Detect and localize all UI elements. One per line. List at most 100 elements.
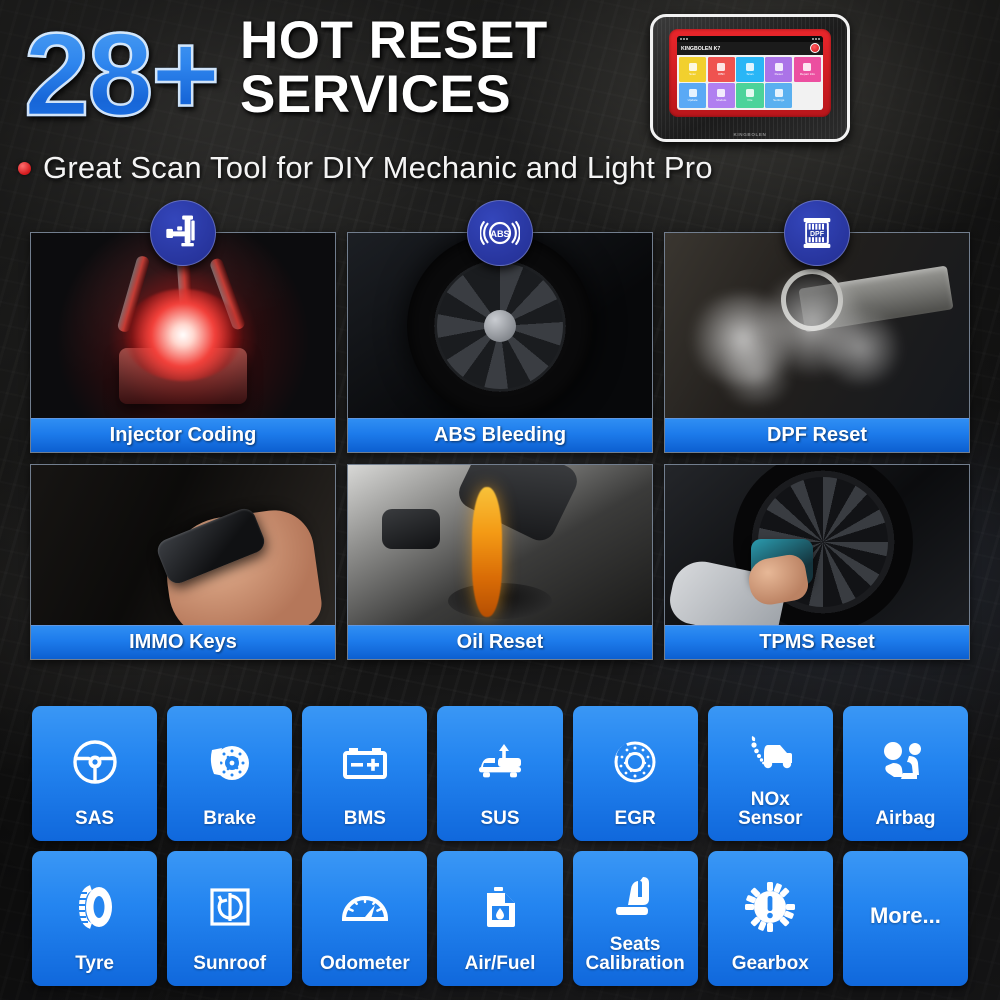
service-card[interactable]: Injector Coding <box>30 200 336 453</box>
function-tile-odometer[interactable]: Odometer <box>302 851 428 986</box>
function-tile-grid: SAS Brake BMS SUS EGR NOx Sensor Airbag … <box>32 706 968 986</box>
function-tile-nox-sensor[interactable]: NOx Sensor <box>707 706 833 841</box>
fuel-canister-icon <box>441 859 558 954</box>
tablet-app-tile[interactable]: Scan <box>736 57 764 82</box>
status-left-icons <box>680 37 688 41</box>
bullet-dot-icon <box>18 161 31 175</box>
service-count-badge: 28+ <box>23 9 222 141</box>
tablet-housing: KINGBOLEN K7 Scan OBD Scan Reset Repair Info… <box>650 14 850 142</box>
card-label: TPMS Reset <box>665 625 969 659</box>
tablet-app-tile[interactable]: OBD <box>707 57 735 82</box>
tablet-app-icon <box>688 62 697 71</box>
tile-label: NOx Sensor <box>738 788 803 830</box>
poster-header: 28+ HOT RESET SERVICES Great Scan Tool f… <box>0 0 1000 200</box>
tablet-app-label: Scan <box>746 71 754 76</box>
product-poster: 28+ HOT RESET SERVICES Great Scan Tool f… <box>0 0 1000 1000</box>
tablet-chin-brand: KINGBOLEN <box>733 132 767 137</box>
dpf-filter-icon: DPF <box>784 200 850 266</box>
function-tile-sus[interactable]: SUS <box>437 706 563 841</box>
service-card[interactable]: TPMS Reset <box>664 464 970 660</box>
function-tile-airbag[interactable]: Airbag <box>842 706 968 841</box>
tablet-app-tile[interactable]: Repair Info <box>793 57 821 82</box>
service-card[interactable]: IMMO Keys <box>30 464 336 660</box>
tablet-app-icon <box>688 89 697 98</box>
function-tile-sas[interactable]: SAS <box>32 706 158 841</box>
sunroof-icon <box>171 859 288 954</box>
function-tile-bms[interactable]: BMS <box>302 706 428 841</box>
key-fob-photo <box>31 465 335 625</box>
subtitle-text: Great Scan Tool for DIY Mechanic and Lig… <box>43 150 713 185</box>
tablet-app-tile[interactable]: Module <box>707 83 735 108</box>
tile-label: More... <box>869 903 941 929</box>
steering-wheel-icon <box>36 714 153 809</box>
card-label: Oil Reset <box>348 625 652 659</box>
tablet-app-tile[interactable]: Settings <box>765 83 793 108</box>
card-frame: Oil Reset <box>347 464 653 660</box>
tablet-app-label: Module <box>716 98 727 103</box>
card-label: Injector Coding <box>31 418 335 452</box>
function-tile-seats-calibration[interactable]: Seats Calibration <box>572 851 698 986</box>
record-icon[interactable] <box>810 43 820 54</box>
nox-sensor-car-icon <box>712 714 829 790</box>
function-tile-more[interactable]: More... <box>842 851 968 986</box>
tile-label: SUS <box>480 808 520 830</box>
subtitle-row: Great Scan Tool for DIY Mechanic and Lig… <box>18 150 713 186</box>
tablet-app-tile[interactable]: Scan <box>679 57 707 82</box>
tile-label: EGR <box>614 808 656 830</box>
tablet-app-label: OBD <box>717 71 725 76</box>
airbag-seat-icon <box>847 714 964 809</box>
tablet-app-tile[interactable]: Reset <box>765 57 793 82</box>
tablet-app-icon <box>803 62 812 71</box>
tablet-app-icon <box>774 89 783 98</box>
scan-tool-tablet: KINGBOLEN K7 Scan OBD Scan Reset Repair Info… <box>650 14 850 142</box>
tablet-app-label: Repair Info <box>799 71 815 76</box>
tablet-app-icon <box>745 89 754 98</box>
gear-warning-icon <box>712 859 829 954</box>
brake-disc-icon <box>171 714 288 809</box>
title-line-1: HOT RESET <box>240 11 548 70</box>
tablet-app-label: Update <box>687 98 698 103</box>
tablet-app-label: File <box>747 98 753 103</box>
service-card-grid: Injector Coding ABS ABS Bleeding DPF DPF… <box>30 200 970 660</box>
odometer-gauge-icon <box>306 859 423 954</box>
tile-label: BMS <box>343 808 386 830</box>
tablet-model-name: KINGBOLEN K7 <box>681 45 721 52</box>
tpms-tool-photo <box>665 465 969 625</box>
service-card[interactable]: ABS ABS Bleeding <box>347 200 653 453</box>
svg-text:ABS: ABS <box>490 229 509 239</box>
tile-label: Brake <box>203 808 257 830</box>
tile-label: SAS <box>75 808 115 830</box>
battery-icon <box>306 714 423 809</box>
card-label: ABS Bleeding <box>348 418 652 452</box>
tile-label: Seats Calibration <box>585 933 685 975</box>
function-tile-egr[interactable]: EGR <box>572 706 698 841</box>
function-tile-gearbox[interactable]: Gearbox <box>707 851 833 986</box>
tablet-app-grid: Scan OBD Scan Reset Repair Info Update Module F… <box>677 55 823 110</box>
oil-pour-photo <box>348 465 652 625</box>
status-right-icons <box>812 37 820 41</box>
tablet-app-titlebar: KINGBOLEN K7 <box>677 42 823 55</box>
svg-text:DPF: DPF <box>810 231 825 238</box>
tablet-app-label: Scan <box>689 71 697 76</box>
card-label: DPF Reset <box>665 418 969 452</box>
title-line-2: SERVICES <box>240 64 512 124</box>
tablet-app-icon <box>717 89 726 98</box>
function-tile-sunroof[interactable]: Sunroof <box>167 851 293 986</box>
function-tile-brake[interactable]: Brake <box>167 706 293 841</box>
suspension-car-icon <box>441 714 558 809</box>
service-card[interactable]: DPF DPF Reset <box>664 200 970 453</box>
fuel-injector-icon <box>150 200 216 266</box>
card-frame: IMMO Keys <box>30 464 336 660</box>
card-frame: TPMS Reset <box>664 464 970 660</box>
tablet-app-tile[interactable]: File <box>736 83 764 108</box>
tablet-app-tile[interactable]: Update <box>679 83 707 108</box>
tile-label: Tyre <box>75 953 114 975</box>
tile-label: Air/Fuel <box>464 953 536 975</box>
abs-icon: ABS <box>467 200 533 266</box>
egr-valve-icon <box>577 714 694 809</box>
function-tile-air-fuel[interactable]: Air/Fuel <box>437 851 563 986</box>
page-title: HOT RESET SERVICES <box>240 11 640 124</box>
tablet-app-icon <box>745 62 754 71</box>
function-tile-tyre[interactable]: Tyre <box>32 851 158 986</box>
service-card[interactable]: Oil Reset <box>347 464 653 660</box>
